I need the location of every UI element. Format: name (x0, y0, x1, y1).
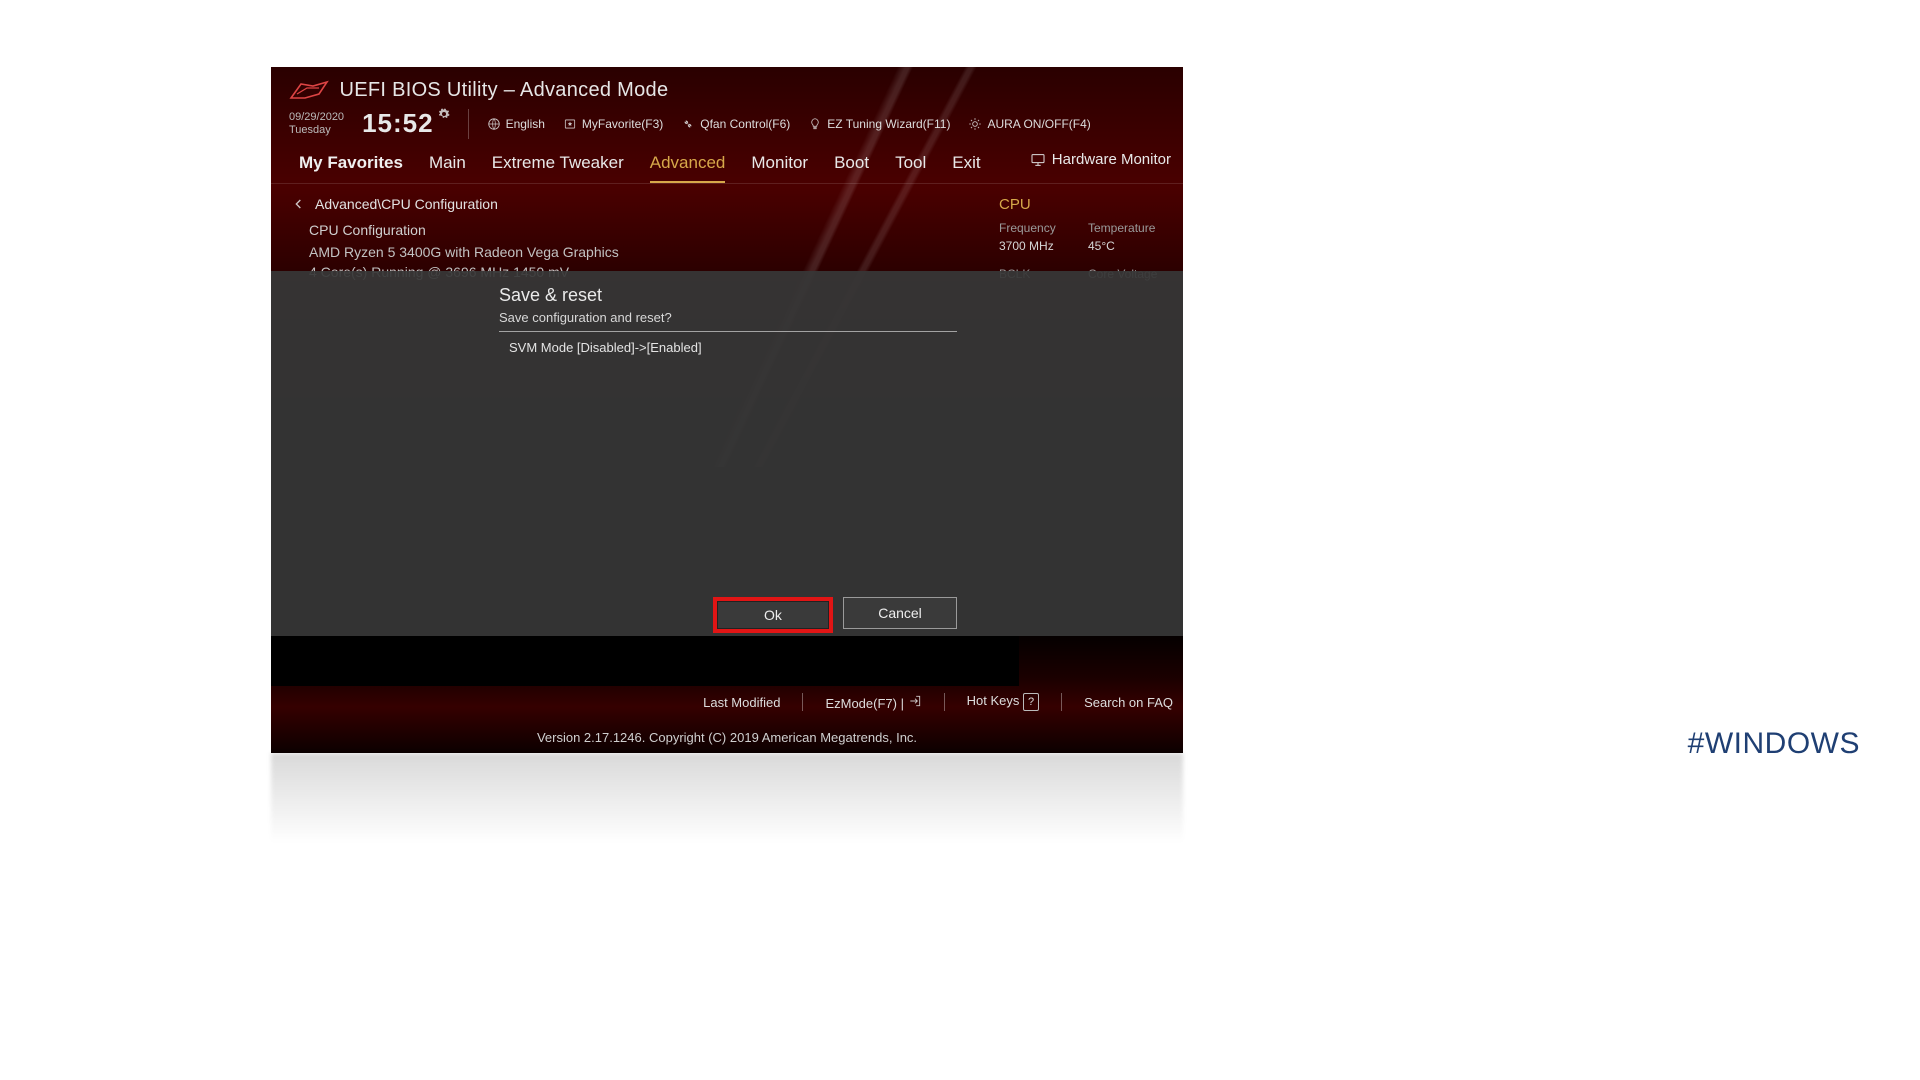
date-text: 09/29/2020 (289, 111, 344, 123)
cpu-name: AMD Ryzen 5 3400G with Radeon Vega Graph… (309, 244, 967, 260)
copyright-text: Version 2.17.1246. Copyright (C) 2019 Am… (271, 730, 1183, 745)
dialog-subtitle: Save configuration and reset? (499, 310, 957, 325)
ezmode-key: | (901, 696, 904, 711)
rog-logo-icon (289, 80, 329, 102)
datetime-block: 09/29/2020 Tuesday (289, 111, 344, 135)
day-text: Tuesday (289, 124, 344, 136)
hardware-monitor-label: Hardware Monitor (1052, 151, 1171, 168)
separator (1061, 693, 1062, 711)
ezmode-button[interactable]: EzMode(F7) | (825, 694, 921, 711)
header-bar: UEFI BIOS Utility – Advanced Mode 09/29/… (271, 67, 1183, 139)
gear-icon[interactable] (438, 108, 450, 123)
aura-icon (968, 117, 982, 131)
monitor-icon (1030, 152, 1046, 168)
dialog-buttons: Ok Cancel (713, 597, 957, 633)
qfan-button[interactable]: Qfan Control(F6) (681, 117, 790, 131)
hotkeys-key: ? (1023, 693, 1039, 711)
app-title: UEFI BIOS Utility – Advanced Mode (339, 79, 668, 102)
tab-extreme-tweaker[interactable]: Extreme Tweaker (492, 149, 624, 183)
tab-boot[interactable]: Boot (834, 149, 869, 183)
freq-value: 3700 MHz (999, 239, 1082, 253)
tab-bar: My Favorites Main Extreme Tweaker Advanc… (271, 149, 1183, 184)
tab-main[interactable]: Main (429, 149, 466, 183)
cpu-section-label: CPU (999, 196, 1171, 213)
hotkeys-label: Hot Keys (967, 693, 1020, 708)
search-faq-button[interactable]: Search on FAQ (1084, 695, 1173, 710)
footer: Last Modified EzMode(F7) | Hot Keys ? Se… (271, 687, 1183, 753)
tab-tool[interactable]: Tool (895, 149, 926, 183)
star-icon (563, 117, 577, 131)
tab-exit[interactable]: Exit (952, 149, 980, 183)
separator (944, 693, 945, 711)
modal-overlay: Save & reset Save configuration and rese… (271, 271, 1183, 636)
dialog-separator (499, 331, 957, 332)
language-label: English (506, 117, 545, 131)
hardware-monitor-title: Hardware Monitor (1030, 151, 1171, 168)
footer-actions: Last Modified EzMode(F7) | Hot Keys ? Se… (703, 693, 1173, 711)
back-arrow-icon (291, 196, 307, 212)
hashtag-text: #WINDOWS (1688, 727, 1860, 761)
save-reset-dialog: Save & reset Save configuration and rese… (499, 285, 957, 355)
tab-advanced[interactable]: Advanced (650, 149, 726, 183)
exit-icon (908, 696, 922, 711)
tab-monitor[interactable]: Monitor (751, 149, 808, 183)
time-wrap: 15:52 (362, 108, 450, 139)
breadcrumb[interactable]: Advanced\CPU Configuration (291, 196, 967, 212)
temp-value: 45°C (1088, 239, 1171, 253)
tab-myfavorites[interactable]: My Favorites (299, 149, 403, 183)
separator (468, 109, 469, 139)
globe-icon (487, 117, 501, 131)
ok-button[interactable]: Ok (713, 597, 833, 633)
aura-label: AURA ON/OFF(F4) (987, 117, 1090, 131)
freq-label: Frequency (999, 221, 1082, 235)
separator (802, 693, 803, 711)
temp-label: Temperature (1088, 221, 1171, 235)
breadcrumb-text: Advanced\CPU Configuration (315, 196, 498, 212)
hotkeys-button[interactable]: Hot Keys ? (967, 693, 1040, 711)
myfavorite-button[interactable]: MyFavorite(F3) (563, 117, 663, 131)
language-selector[interactable]: English (487, 117, 545, 131)
dark-strip (271, 636, 1019, 686)
ezmode-label: EzMode(F7) (825, 696, 897, 711)
qfan-label: Qfan Control(F6) (700, 117, 790, 131)
info-toolbar: 09/29/2020 Tuesday 15:52 English MyFavor… (289, 108, 1165, 139)
last-modified-button[interactable]: Last Modified (703, 695, 780, 710)
bios-window: UEFI BIOS Utility – Advanced Mode 09/29/… (271, 67, 1183, 753)
reflection (271, 753, 1183, 843)
myfavorite-label: MyFavorite(F3) (582, 117, 663, 131)
fan-icon (681, 117, 695, 131)
time-text: 15:52 (362, 108, 434, 139)
dialog-title: Save & reset (499, 285, 957, 306)
dialog-change-line: SVM Mode [Disabled]->[Enabled] (499, 340, 957, 355)
aura-button[interactable]: AURA ON/OFF(F4) (968, 117, 1090, 131)
cpu-config-heading: CPU Configuration (309, 222, 967, 238)
eztuning-label: EZ Tuning Wizard(F11) (827, 117, 950, 131)
bulb-icon (808, 117, 822, 131)
cancel-button[interactable]: Cancel (843, 597, 957, 629)
eztuning-button[interactable]: EZ Tuning Wizard(F11) (808, 117, 950, 131)
